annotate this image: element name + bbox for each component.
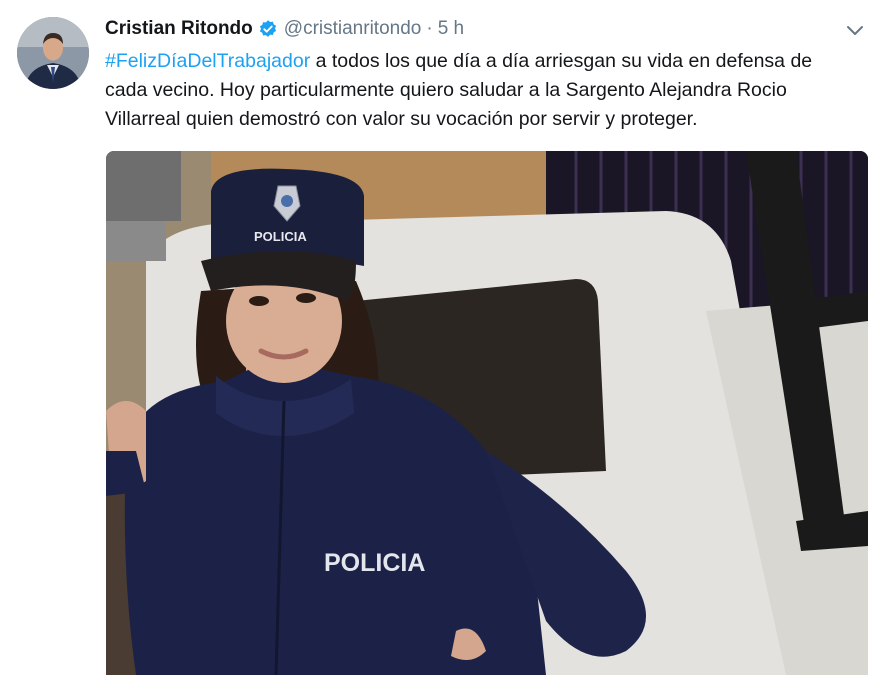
police-officer-photo: POLICIA POLICIA (106, 151, 868, 675)
cap-text: POLICIA (254, 229, 307, 244)
hashtag-link[interactable]: #FelizDíaDelTrabajador (105, 50, 310, 72)
verified-badge-icon (258, 19, 278, 39)
author-avatar[interactable] (17, 17, 89, 89)
tweet-text-segment: a todos los que día a día arriesgan su v… (310, 50, 813, 72)
tweet-text-line-2: cada vecino. Hoy particularmente quiero … (105, 79, 787, 101)
tweet-timestamp[interactable]: 5 h (438, 18, 464, 40)
tweet-text: #FelizDíaDelTrabajador a todos los que d… (105, 47, 865, 134)
tweet-photo[interactable]: POLICIA POLICIA (106, 151, 868, 675)
tweet-header: Cristian Ritondo @cristianritondo · 5 h (105, 15, 464, 43)
jacket-text: POLICIA (324, 549, 425, 577)
avatar-image (17, 17, 89, 89)
chevron-down-icon[interactable] (846, 24, 864, 36)
separator-dot: · (426, 18, 433, 39)
tweet-text-line-3: Villarreal quien demostró con valor su v… (105, 108, 698, 130)
author-handle[interactable]: @cristianritondo (284, 18, 422, 40)
tweet-text-line-1: #FelizDíaDelTrabajador a todos los que d… (105, 47, 865, 76)
author-name[interactable]: Cristian Ritondo (105, 18, 253, 40)
